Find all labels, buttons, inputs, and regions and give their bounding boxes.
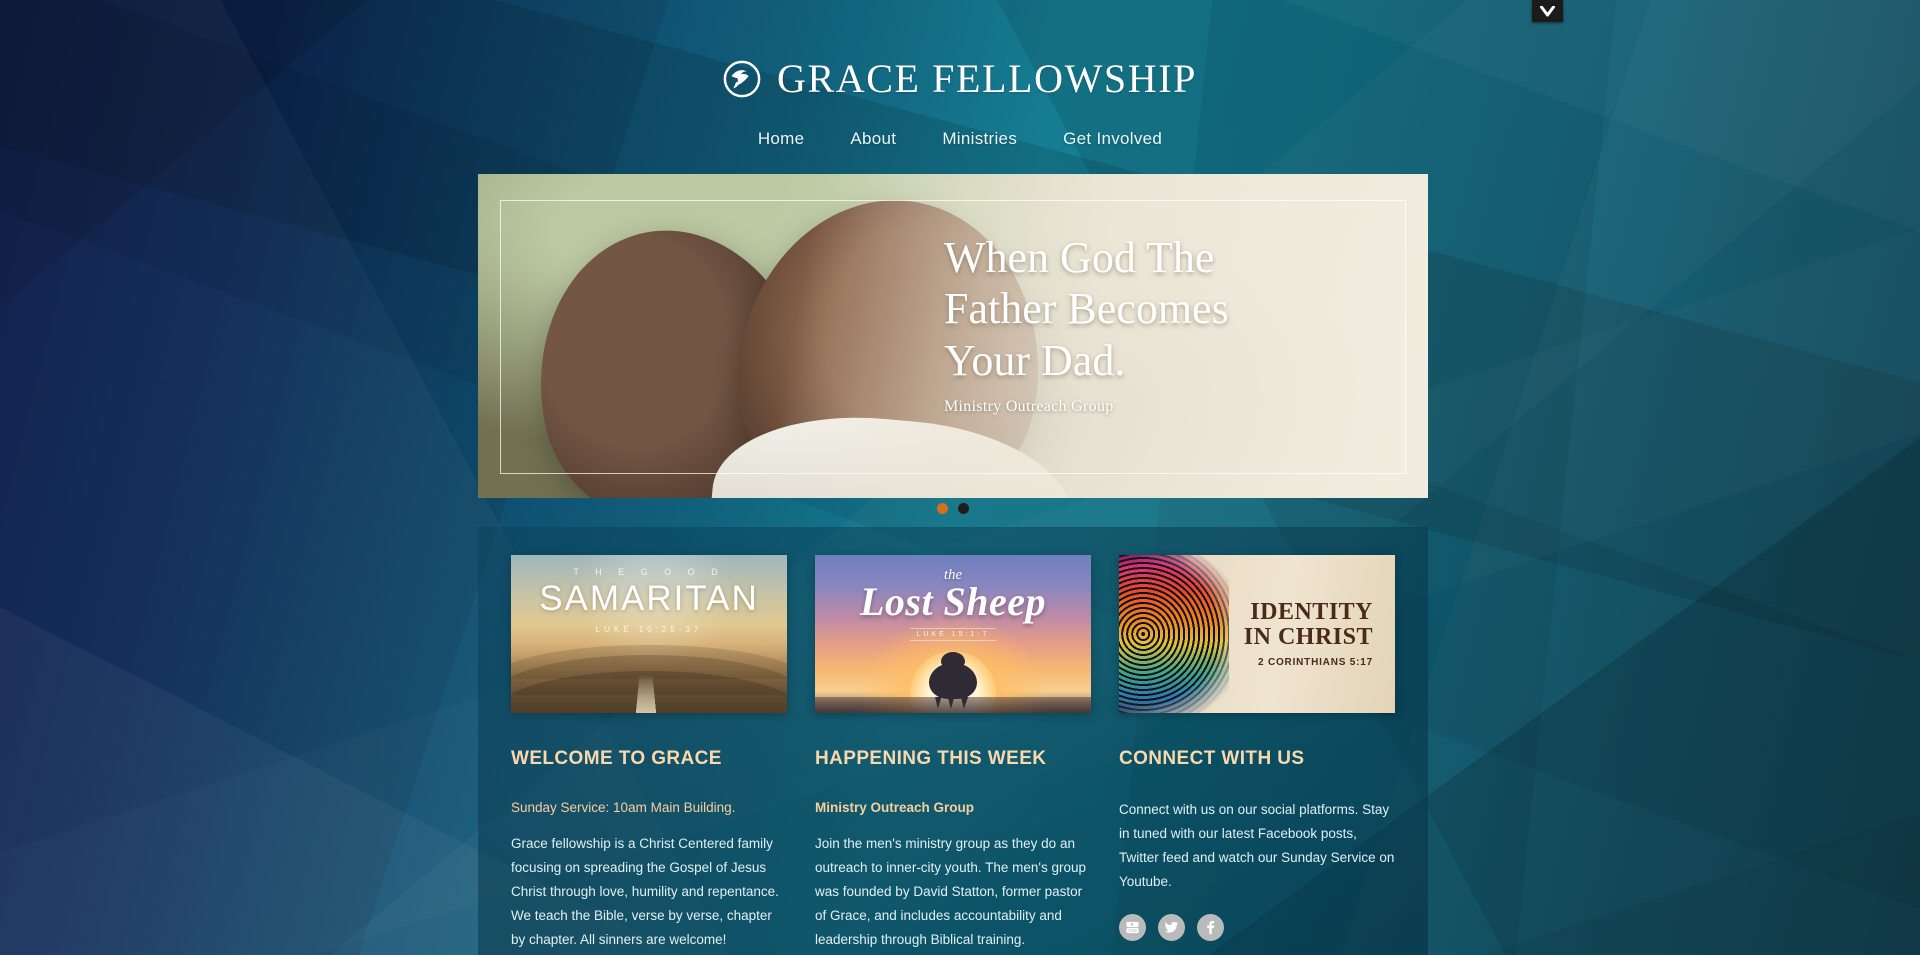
column-body: Connect with us on our social platforms.… [1119,802,1395,890]
main-navigation: Home About Ministries Get Involved [0,129,1920,149]
card-reference: LUKE 15:1-7 [910,628,996,641]
hero-dot-1[interactable] [937,503,948,514]
card-title: SAMARITAN [539,579,759,618]
hero-subtitle: Ministry Outreach Group [944,398,1114,416]
svg-text:Tube: Tube [1128,928,1138,933]
nav-item-get-involved[interactable]: Get Involved [1063,129,1162,149]
social-links: Tube [1119,914,1395,942]
card-title: IDENTITY IN CHRIST [1243,598,1373,651]
card-title: Lost Sheep [859,579,1047,624]
column-welcome: WELCOME TO GRACE Sunday Service: 10am Ma… [511,748,787,952]
hero-title-line-2: Father Becomes [944,284,1229,334]
social-link-youtube[interactable]: Tube [1119,914,1146,942]
youtube-icon: Tube [1125,920,1140,935]
card-title-line-2: IN CHRIST [1243,624,1373,650]
card-good-samaritan[interactable]: T H E G O O D SAMARITAN LUKE 10:25-37 [511,555,787,713]
scroll-down-chip[interactable] [1532,0,1563,22]
column-body: Grace fellowship is a Christ Centered fa… [511,836,779,948]
brand-name: GRACE FELLOWSHIP [776,56,1198,101]
hero-slider-dots [478,503,1428,514]
card-identity-in-christ[interactable]: IDENTITY IN CHRIST 2 CORINTHIANS 5:17 [1119,555,1395,713]
hero-title: When God The Father Becomes Your Dad. [944,232,1364,386]
column-heading: HAPPENING THIS WEEK [815,748,1047,769]
event-title: Ministry Outreach Group [815,800,975,815]
hero-dot-2[interactable] [958,503,969,514]
page-root: GRACE FELLOWSHIP Home About Ministries G… [0,0,1920,955]
hero-copy: When God The Father Becomes Your Dad. Mi… [944,232,1364,416]
card-lost-sheep[interactable]: the Lost Sheep LUKE 15:1-7 [815,555,1091,713]
column-happening: HAPPENING THIS WEEK Ministry Outreach Gr… [815,748,1091,952]
hero-title-line-3: Your Dad. [944,335,1126,385]
content-panel: T H E G O O D SAMARITAN LUKE 10:25-37 th… [478,527,1428,955]
column-heading: CONNECT WITH US [1119,748,1305,769]
card-reference: LUKE 10:25-37 [595,625,703,634]
card-reference: 2 CORINTHIANS 5:17 [1258,657,1373,669]
service-time: Sunday Service: 10am Main Building. [511,800,736,815]
social-link-facebook[interactable] [1197,914,1224,942]
card-title-line-1: IDENTITY [1250,598,1373,625]
hero-slider[interactable]: When God The Father Becomes Your Dad. Mi… [478,174,1428,498]
feature-cards: T H E G O O D SAMARITAN LUKE 10:25-37 th… [511,555,1395,713]
content-columns: WELCOME TO GRACE Sunday Service: 10am Ma… [511,748,1395,952]
column-connect: CONNECT WITH US Connect with us on our s… [1119,748,1395,952]
site-header: GRACE FELLOWSHIP Home About Ministries G… [0,0,1920,149]
hero-title-line-1: When God The [944,233,1215,282]
column-heading: WELCOME TO GRACE [511,748,722,769]
nav-item-about[interactable]: About [850,129,896,149]
nav-item-ministries[interactable]: Ministries [942,129,1017,149]
column-body: Join the men's ministry group as they do… [815,836,1086,948]
social-link-twitter[interactable] [1158,914,1185,942]
twitter-icon [1164,920,1179,935]
facebook-icon [1203,920,1218,935]
dove-in-circle-logo-icon [723,60,761,98]
nav-item-home[interactable]: Home [758,129,805,149]
chevron-down-icon [1540,5,1555,17]
brand-logo-link[interactable]: GRACE FELLOWSHIP [723,55,1197,102]
card-eyebrow: T H E G O O D [573,567,725,577]
